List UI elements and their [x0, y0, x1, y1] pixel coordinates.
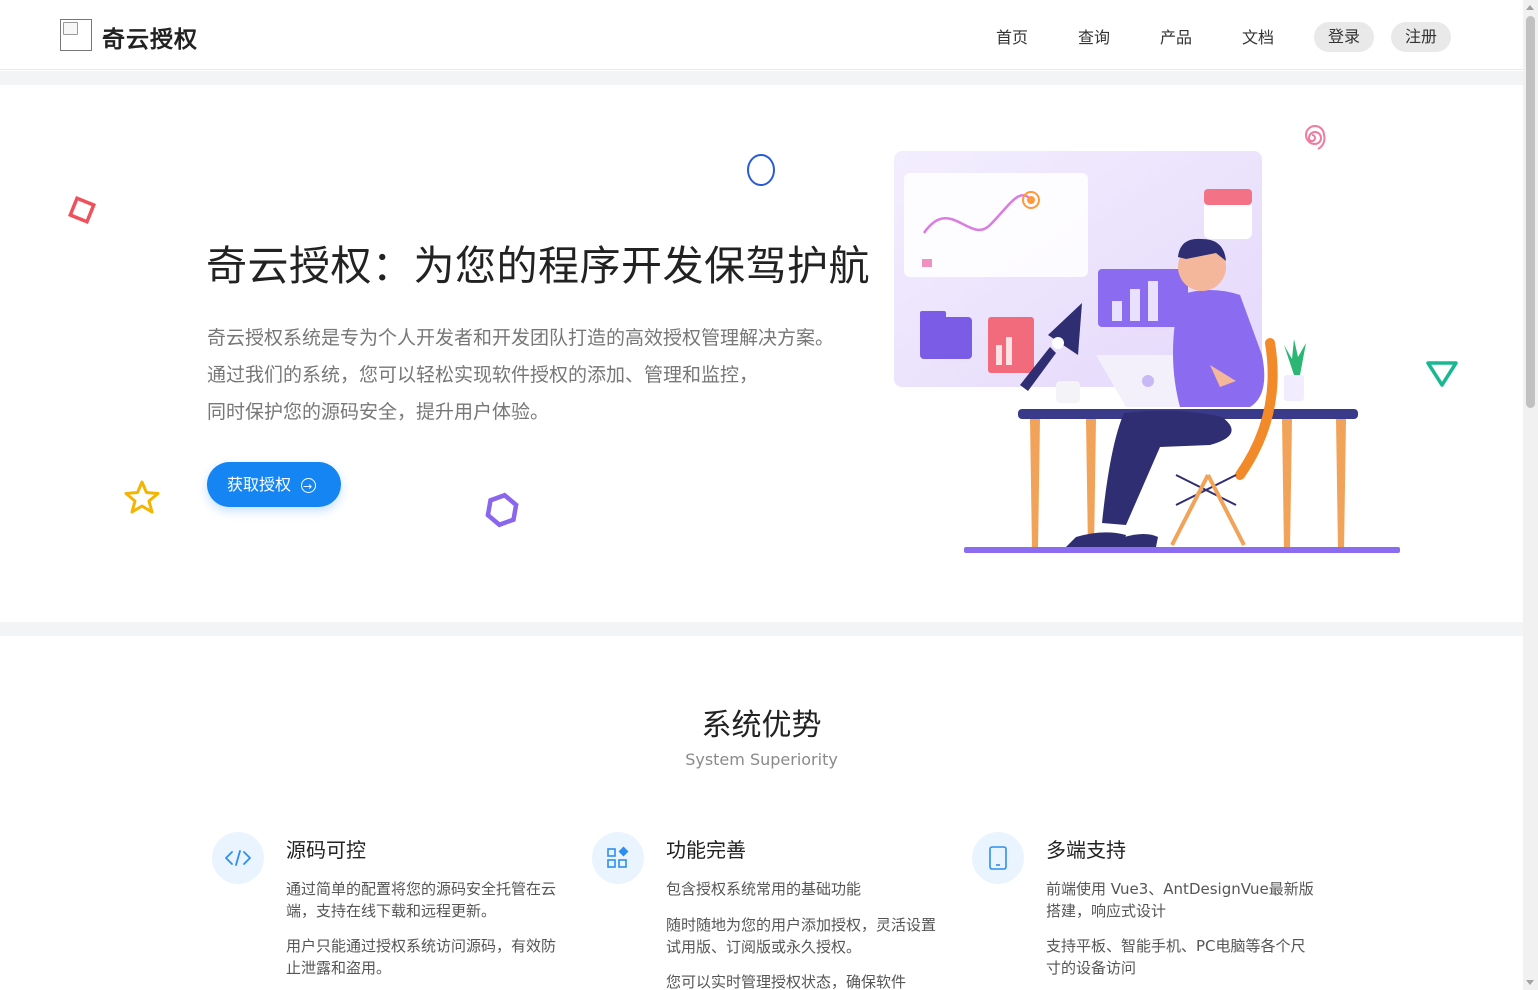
- feature-paragraph: 包含授权系统常用的基础功能: [666, 880, 862, 898]
- hero-description-line: 通过我们的系统，您可以轻松实现软件授权的添加、管理和监控，: [207, 364, 759, 386]
- feature-paragraph: 用户只能通过授权系统访问源码，有效防止泄露和盗用。: [286, 937, 557, 977]
- section-divider: [0, 71, 1523, 85]
- section-title: 系统优势: [701, 708, 822, 743]
- nav-item-products[interactable]: 产品: [1160, 24, 1192, 48]
- logo-image[interactable]: [60, 19, 92, 51]
- feature-paragraph: 通过简单的配置将您的源码安全托管在云端，支持在线下载和远程更新。: [286, 880, 557, 920]
- get-license-button[interactable]: 获取授权: [207, 462, 341, 509]
- tablet-icon: [972, 832, 1024, 884]
- star-decoration-icon: [124, 480, 160, 514]
- login-button[interactable]: 登录: [1314, 22, 1375, 52]
- code-icon: [212, 832, 264, 884]
- apps-icon: [592, 832, 644, 884]
- feature-title: 源码可控: [286, 838, 366, 862]
- scroll-down-arrow-icon[interactable]: [1526, 980, 1534, 985]
- hero-description-line: 奇云授权系统是专为个人开发者和开发团队打造的高效授权管理解决方案。: [207, 327, 835, 349]
- hero-description-line: 同时保护您的源码安全，提升用户体验。: [207, 401, 550, 423]
- hexagon-decoration-icon: [485, 492, 519, 528]
- circle-decoration-icon: [747, 154, 775, 186]
- register-button[interactable]: 注册: [1391, 22, 1452, 52]
- feature-paragraph: 支持平板、智能手机、PC电脑等各个尺寸的设备访问: [1046, 937, 1306, 977]
- top-navbar: 奇云授权 首页 查询 产品 文档 登录 注册: [0, 0, 1523, 70]
- nav-item-home[interactable]: 首页: [996, 24, 1028, 48]
- section-subtitle: System Superiority: [685, 750, 838, 769]
- hero-title: 奇云授权：为您的程序开发保驾护航: [206, 242, 870, 290]
- nav-item-query[interactable]: 查询: [1078, 24, 1110, 48]
- feature-paragraph: 随时随地为您的用户添加授权，灵活设置试用版、订阅版或永久授权。: [666, 916, 937, 956]
- page-scrollbar[interactable]: [1523, 0, 1538, 990]
- scrollbar-thumb[interactable]: [1526, 16, 1535, 408]
- get-license-label: 获取授权: [227, 475, 292, 494]
- feature-title: 功能完善: [666, 838, 746, 862]
- feature-title: 多端支持: [1046, 838, 1126, 862]
- developer-at-desk-illustration: [894, 151, 1400, 553]
- feature-paragraph: 前端使用 Vue3、AntDesignVue最新版搭建，响应式设计: [1046, 880, 1314, 920]
- nav-item-docs[interactable]: 文档: [1242, 24, 1274, 48]
- scroll-up-arrow-icon[interactable]: [1526, 5, 1534, 10]
- logo-text[interactable]: 奇云授权: [102, 20, 198, 54]
- triangle-decoration-icon: [1426, 361, 1458, 387]
- arrow-right-circle-icon: [301, 464, 316, 509]
- diamond-decoration-icon: [68, 196, 96, 224]
- section-divider: [0, 622, 1523, 636]
- feature-paragraph: 您可以实时管理授权状态，确保软件: [666, 973, 907, 990]
